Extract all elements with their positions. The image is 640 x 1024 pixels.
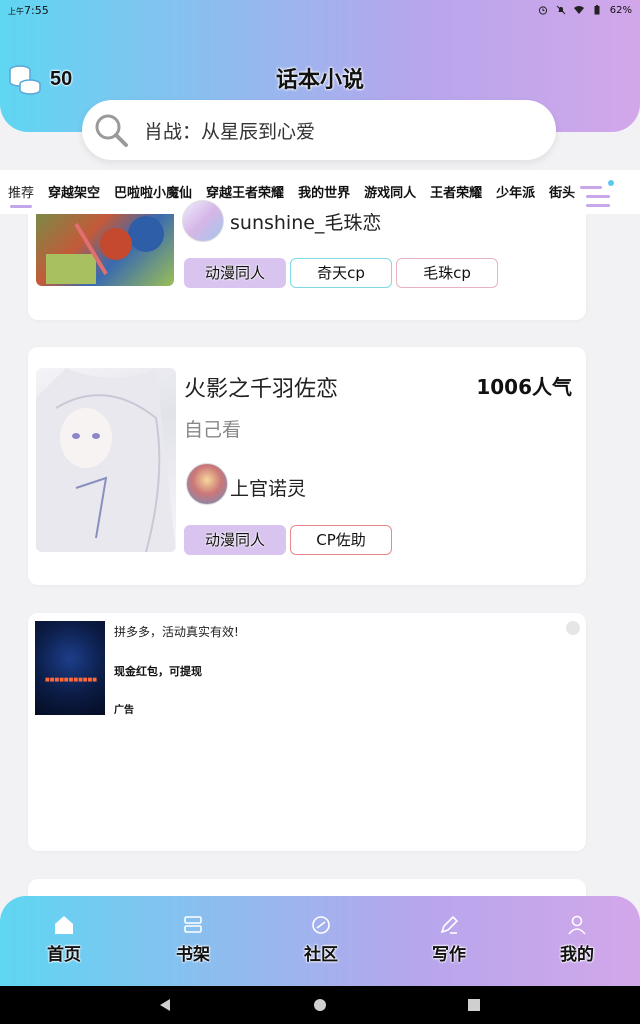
category-tab[interactable]: 穿越王者荣耀 [206, 182, 284, 201]
book-cover [36, 214, 174, 286]
status-bar: 上午7:55 62% [0, 0, 640, 20]
genre-tag[interactable]: 动漫同人 [184, 525, 286, 555]
nav-bookshelf[interactable]: 书架 [153, 914, 233, 965]
nav-home[interactable]: 首页 [24, 914, 104, 965]
category-tab[interactable]: 游戏同人 [364, 182, 416, 201]
ad-headline[interactable]: 拼多多，活动真实有效! [114, 623, 239, 640]
anime-girl-art [36, 368, 176, 552]
book-cover [36, 368, 176, 552]
author-name[interactable]: 上官诺灵 [230, 474, 306, 501]
bottom-navigation: 首页 书架 社区 写作 我的 [0, 896, 640, 986]
nav-write[interactable]: 写作 [409, 914, 489, 965]
category-tab-recommend[interactable]: 推荐 [8, 182, 34, 208]
pencil-icon [440, 915, 459, 934]
book-card[interactable]: sunshine_毛珠恋 动漫同人 奇天cp 毛珠cp [28, 200, 586, 320]
cp-tag[interactable]: CP佐助 [290, 525, 392, 555]
category-menu-icon[interactable] [580, 184, 610, 210]
system-navigation-bar [0, 986, 640, 1024]
bookshelf-icon [184, 916, 202, 933]
ad-card[interactable]: ■■■■■■■■■■■ 拼多多，活动真实有效! 现金红包，可提现 广告 [28, 613, 586, 851]
ad-image[interactable]: ■■■■■■■■■■■ [35, 621, 105, 715]
cp-tag[interactable]: 毛珠cp [396, 258, 498, 288]
ad-image-caption: ■■■■■■■■■■■ [45, 677, 97, 683]
home-button-icon[interactable] [313, 998, 327, 1012]
category-tab[interactable]: 我的世界 [298, 182, 350, 201]
nav-label: 社区 [304, 945, 338, 965]
nav-label: 首页 [47, 945, 81, 965]
author-avatar[interactable] [186, 463, 228, 505]
home-icon [55, 916, 73, 934]
search-bar[interactable]: 肖战：从星辰到心爱 [82, 100, 556, 160]
category-tab[interactable]: 少年派 [496, 182, 535, 201]
back-icon[interactable] [158, 998, 172, 1012]
menu-notification-dot [608, 180, 614, 186]
nav-community[interactable]: 社区 [281, 914, 361, 965]
category-tab[interactable]: 王者荣耀 [430, 182, 482, 201]
ad-label: 广告 [114, 705, 134, 716]
status-icons: 62% [538, 5, 632, 16]
community-icon [312, 916, 330, 934]
author-name[interactable]: sunshine_毛珠恋 [230, 208, 381, 235]
ad-description[interactable]: 现金红包，可提现 [114, 663, 202, 679]
genre-tag[interactable]: 动漫同人 [184, 258, 286, 288]
wifi-icon [573, 6, 584, 14]
nav-label: 书架 [176, 945, 210, 965]
user-icon [568, 915, 586, 935]
nav-label: 我的 [560, 945, 594, 965]
nav-label: 写作 [432, 945, 466, 965]
alarm-icon [538, 6, 547, 15]
search-input[interactable]: 肖战：从星辰到心爱 [144, 117, 315, 144]
nav-profile[interactable]: 我的 [537, 914, 617, 965]
ad-close-icon[interactable] [566, 621, 580, 635]
status-time: 上午7:55 [8, 3, 49, 17]
search-icon [95, 114, 128, 147]
book-card[interactable]: 火影之千羽佐恋 1006人气 自己看 上官诺灵 动漫同人 CP佐助 [28, 347, 586, 585]
popularity-count: 1006人气 [476, 375, 572, 399]
mute-icon [556, 5, 566, 15]
book-summary: 自己看 [184, 419, 242, 441]
category-tab[interactable]: 巴啦啦小魔仙 [114, 182, 192, 201]
cartoon-art [46, 216, 164, 284]
category-tab[interactable]: 穿越架空 [48, 182, 100, 201]
author-avatar[interactable] [182, 200, 224, 242]
recents-icon[interactable] [467, 998, 481, 1012]
cp-tag[interactable]: 奇天cp [290, 258, 392, 288]
battery-level: 62% [609, 4, 632, 16]
app-title: 话本小说 [275, 68, 364, 93]
book-title[interactable]: 火影之千羽佐恋 [184, 371, 338, 403]
battery-icon [594, 5, 600, 15]
